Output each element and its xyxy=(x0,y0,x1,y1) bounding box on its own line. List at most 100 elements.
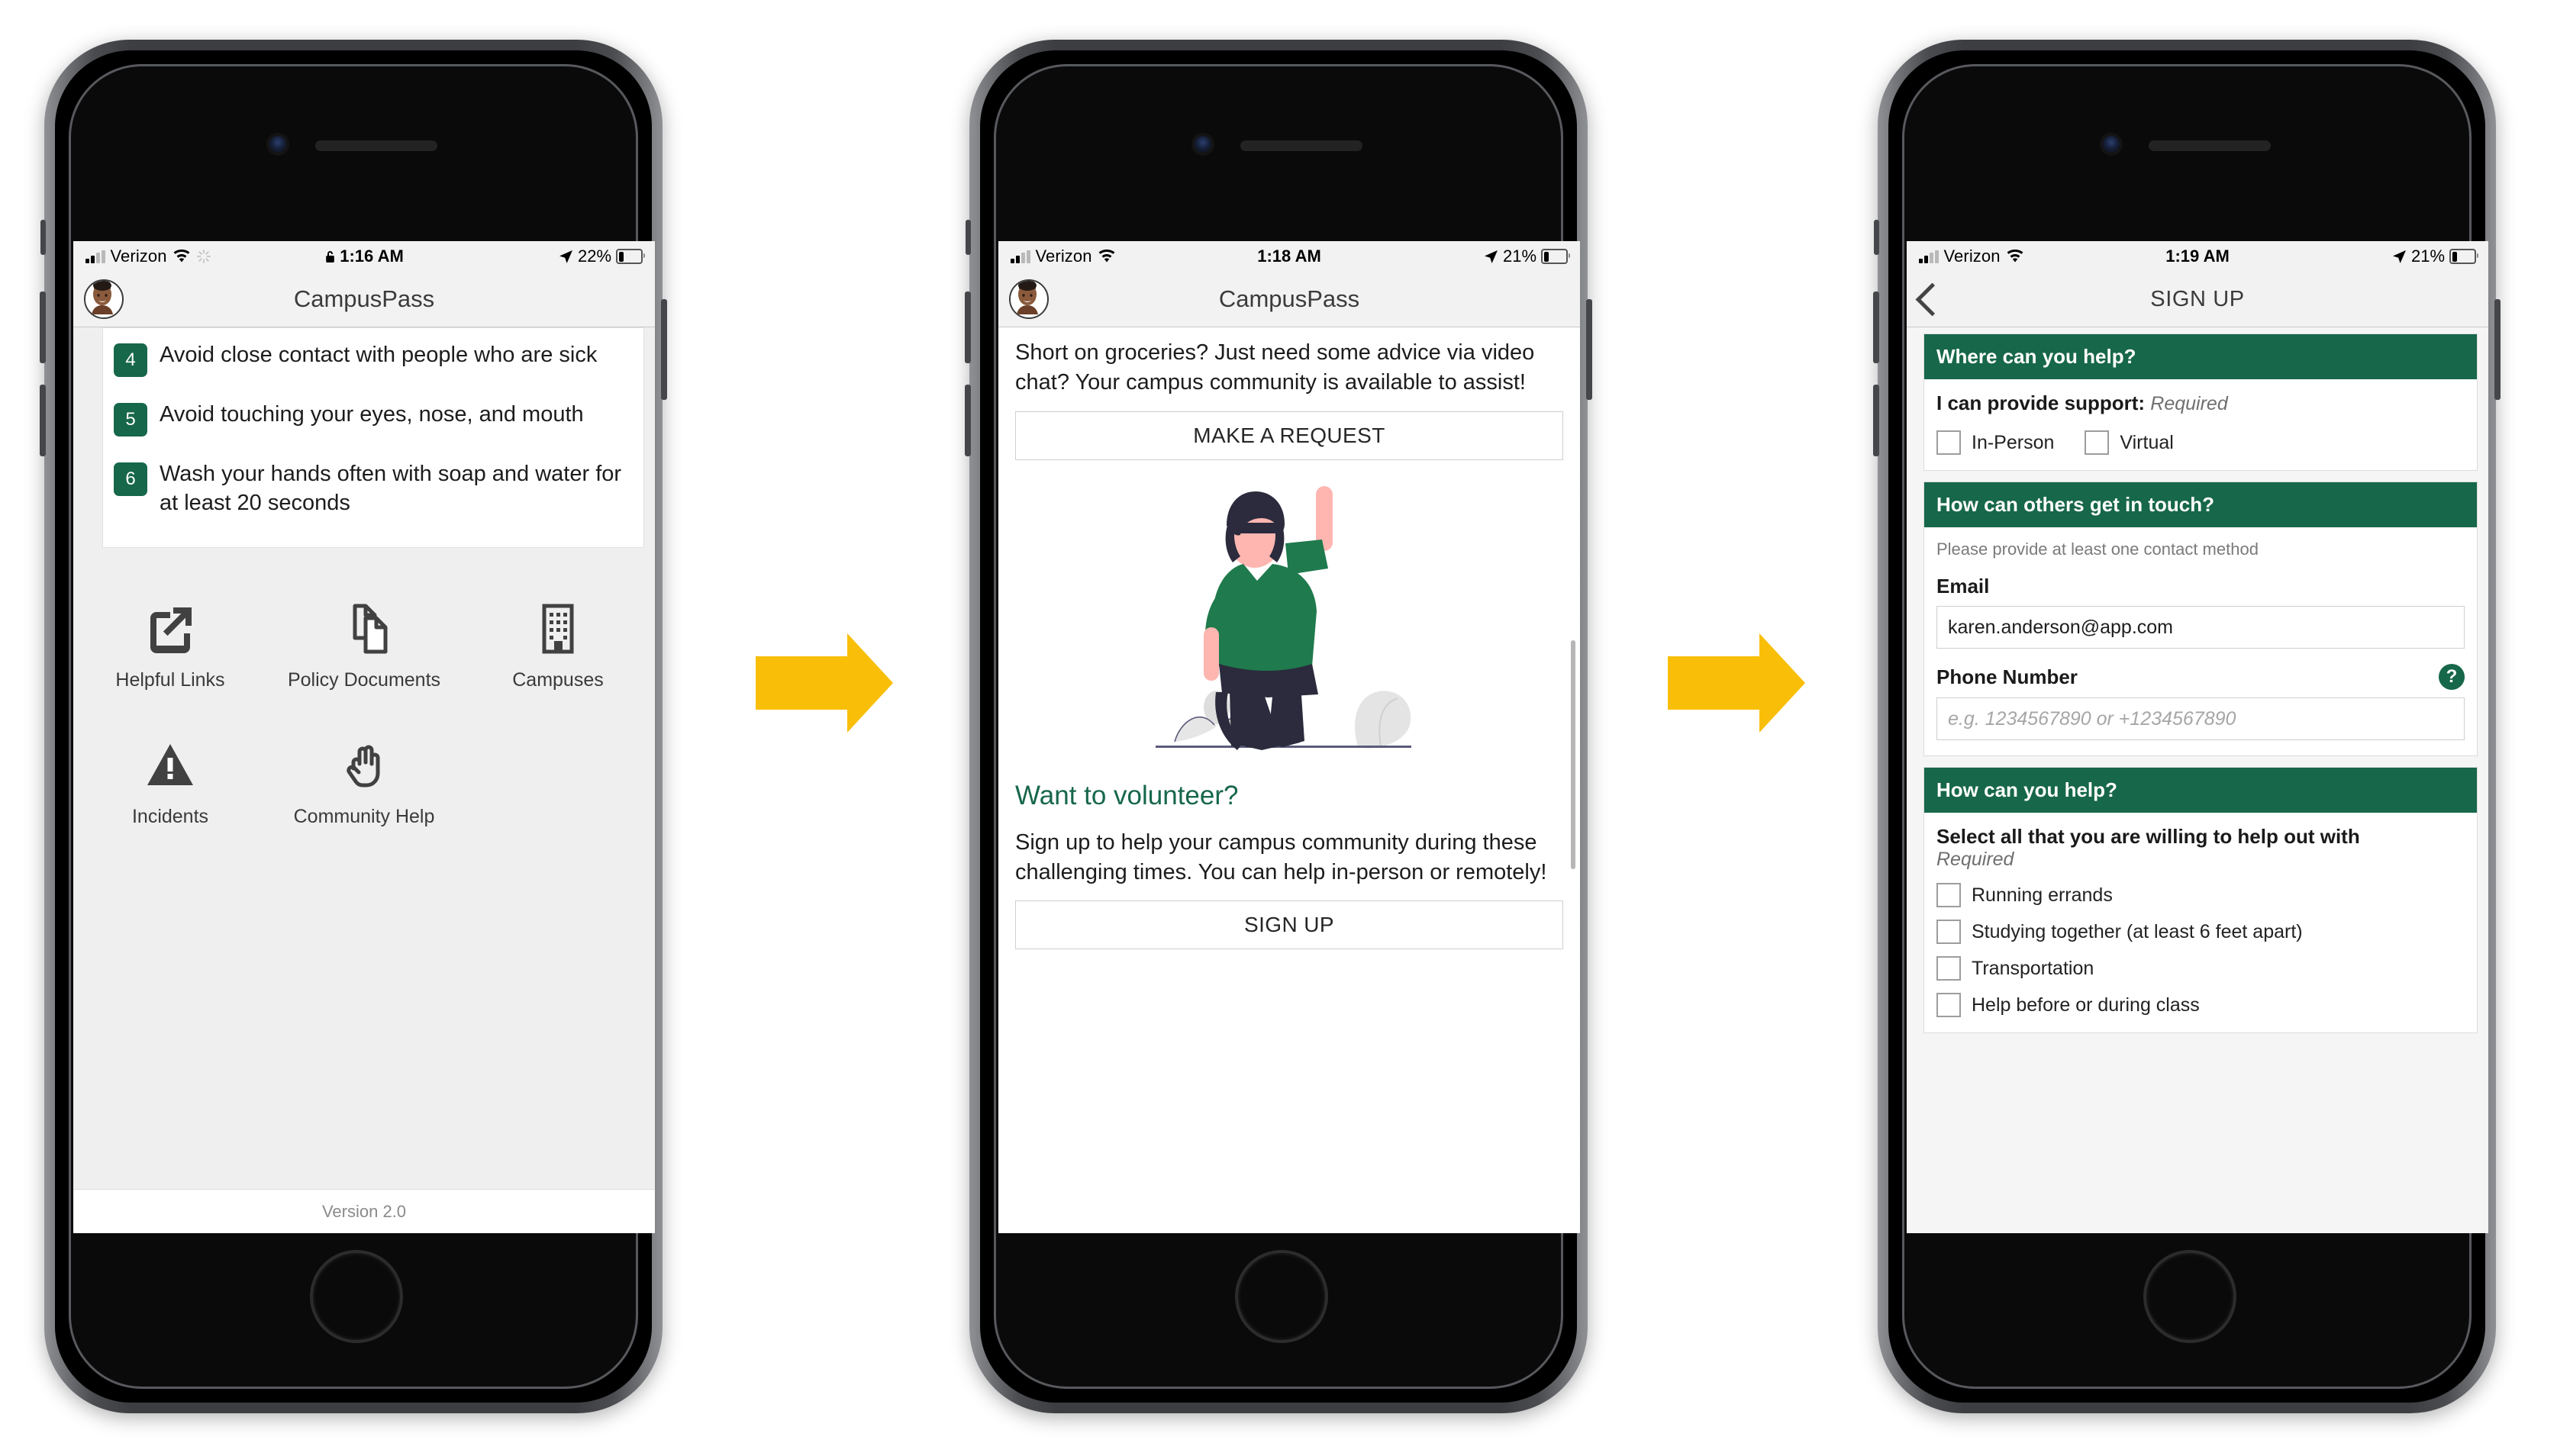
checkbox-running-errands[interactable]: Running errands xyxy=(1936,883,2465,907)
section-how-can-you-help: How can you help? Select all that you ar… xyxy=(1923,767,2478,1033)
shortcut-label: Campuses xyxy=(512,668,604,691)
avatar[interactable] xyxy=(1009,279,1049,319)
list-item[interactable]: 6 Wash your hands often with soap and wa… xyxy=(103,447,643,529)
checkbox-in-person[interactable]: In-Person xyxy=(1936,430,2054,455)
battery-percent-label: 21% xyxy=(1502,246,1537,266)
app-nav-bar: CampusPass xyxy=(73,272,655,327)
help-question-icon[interactable]: ? xyxy=(2439,664,2465,690)
shortcut-policy-documents[interactable]: Policy Documents xyxy=(267,578,461,715)
intro-text: Short on groceries? Just need some advic… xyxy=(1015,340,1535,395)
page-title: CampusPass xyxy=(1218,285,1360,312)
avatar[interactable] xyxy=(84,279,124,319)
sign-up-button[interactable]: SIGN UP xyxy=(1015,900,1563,950)
list-item[interactable]: 4 Avoid close contact with people who ar… xyxy=(103,328,643,388)
power-button[interactable] xyxy=(2494,299,2501,400)
tip-text: Avoid touching your eyes, nose, and mout… xyxy=(160,402,584,427)
wifi-icon xyxy=(2007,250,2023,263)
raised-hand-icon xyxy=(337,732,392,793)
shortcut-label: Community Help xyxy=(293,805,435,827)
checkbox-icon[interactable] xyxy=(2085,430,2110,455)
phone-label: Phone Number ? xyxy=(1936,664,2465,690)
tip-text: Avoid close contact with people who are … xyxy=(160,343,598,367)
tip-text: Wash your hands often with soap and wate… xyxy=(160,462,622,516)
phone-field[interactable]: e.g. 1234567890 or +1234567890 xyxy=(1936,697,2465,740)
volume-down-button[interactable] xyxy=(40,385,46,456)
location-arrow-icon xyxy=(2392,250,2406,263)
tips-card: 4 Avoid close contact with people who ar… xyxy=(102,327,644,548)
phone-2: Verizon 1:18 AM 21% CampusPass Short on … xyxy=(965,40,1592,1413)
flow-arrow-2 xyxy=(1668,633,1805,736)
email-field[interactable]: karen.anderson@app.com xyxy=(1936,606,2465,649)
wifi-icon xyxy=(173,250,189,263)
signal-bars-icon xyxy=(1011,250,1030,263)
building-icon xyxy=(530,595,585,656)
shortcut-community-help[interactable]: Community Help xyxy=(267,715,461,852)
right-arrow-icon xyxy=(756,633,893,733)
shortcut-empty xyxy=(461,715,655,852)
phone-1: Verizon 1:16 AM 22% CampusPass 4 Avoid c… xyxy=(40,40,667,1413)
carrier-label: Verizon xyxy=(1943,246,2001,266)
mute-switch[interactable] xyxy=(1874,220,1879,255)
phone-2-inner: Verizon 1:18 AM 21% CampusPass Short on … xyxy=(980,50,1580,1403)
shortcut-campuses[interactable]: Campuses xyxy=(461,578,655,715)
front-camera-icon xyxy=(1195,136,1211,153)
volume-up-button[interactable] xyxy=(1873,292,1879,363)
clock-label: 1:16 AM xyxy=(340,246,404,266)
checkbox-help-before-class[interactable]: Help before or during class xyxy=(1936,993,2465,1017)
volume-up-button[interactable] xyxy=(40,292,46,363)
section-header: How can you help? xyxy=(1924,768,2477,813)
shortcut-incidents[interactable]: Incidents xyxy=(73,715,267,852)
phone-3-screen: Verizon 1:19 AM 21% SIGN UP Where can yo… xyxy=(1907,241,2488,1233)
checkbox-virtual[interactable]: Virtual xyxy=(2085,430,2174,455)
checkbox-icon[interactable] xyxy=(1936,430,1961,455)
person-raising-hand-illustration xyxy=(1015,478,1563,761)
checkbox-icon[interactable] xyxy=(1936,993,1961,1017)
flow-diagram: Verizon 1:16 AM 22% CampusPass 4 Avoid c… xyxy=(0,0,2557,1456)
mute-switch[interactable] xyxy=(40,220,46,255)
power-button[interactable] xyxy=(1586,299,1592,400)
phone-3-content: Where can you help? I can provide suppor… xyxy=(1907,327,2488,1233)
phone-1-screen: Verizon 1:16 AM 22% CampusPass 4 Avoid c… xyxy=(73,241,655,1233)
phone-3-inner: Verizon 1:19 AM 21% SIGN UP Where can yo… xyxy=(1888,50,2488,1403)
volume-down-button[interactable] xyxy=(965,385,971,456)
app-nav-bar: CampusPass xyxy=(998,272,1580,327)
required-marker: Required xyxy=(1936,849,2014,870)
power-button[interactable] xyxy=(661,299,667,400)
home-button[interactable] xyxy=(310,1250,403,1343)
checkbox-studying-together[interactable]: Studying together (at least 6 feet apart… xyxy=(1936,920,2465,944)
battery-percent-label: 22% xyxy=(577,246,612,266)
phone-1-inner: Verizon 1:16 AM 22% CampusPass 4 Avoid c… xyxy=(55,50,655,1403)
flow-arrow-1 xyxy=(756,633,893,736)
documents-icon xyxy=(337,595,392,656)
checkbox-label: Studying together (at least 6 feet apart… xyxy=(1972,920,2303,942)
location-arrow-icon xyxy=(1484,250,1498,263)
make-a-request-button[interactable]: MAKE A REQUEST xyxy=(1015,411,1563,460)
section-header: How can others get in touch? xyxy=(1924,482,2477,527)
mute-switch[interactable] xyxy=(966,220,971,255)
signal-bars-icon xyxy=(85,250,105,263)
battery-icon xyxy=(2449,249,2479,264)
volume-up-button[interactable] xyxy=(965,292,971,363)
shortcut-label: Policy Documents xyxy=(287,668,441,691)
earpiece-speaker xyxy=(315,140,437,151)
home-button[interactable] xyxy=(2143,1250,2236,1343)
tip-number-badge: 4 xyxy=(114,343,147,377)
checkbox-icon[interactable] xyxy=(1936,883,1961,907)
checkbox-transportation[interactable]: Transportation xyxy=(1936,956,2465,981)
checkbox-icon[interactable] xyxy=(1936,956,1961,981)
support-label-text: I can provide support: xyxy=(1936,391,2146,414)
tip-number-badge: 5 xyxy=(114,403,147,436)
wifi-icon xyxy=(1098,250,1114,263)
scrollbar[interactable] xyxy=(1571,640,1575,869)
external-link-icon xyxy=(143,595,198,656)
checkbox-label: Help before or during class xyxy=(1972,994,2200,1016)
back-chevron-icon[interactable] xyxy=(1915,282,1949,316)
shortcut-grid: Helpful Links Policy Documents Campuses … xyxy=(73,548,655,852)
home-button[interactable] xyxy=(1235,1250,1328,1343)
shortcut-helpful-links[interactable]: Helpful Links xyxy=(73,578,267,715)
checkbox-icon[interactable] xyxy=(1936,920,1961,944)
list-item[interactable]: 5 Avoid touching your eyes, nose, and mo… xyxy=(103,388,643,447)
volume-down-button[interactable] xyxy=(1873,385,1879,456)
phone-2-screen: Verizon 1:18 AM 21% CampusPass Short on … xyxy=(998,241,1580,1233)
battery-percent-label: 21% xyxy=(2410,246,2446,266)
